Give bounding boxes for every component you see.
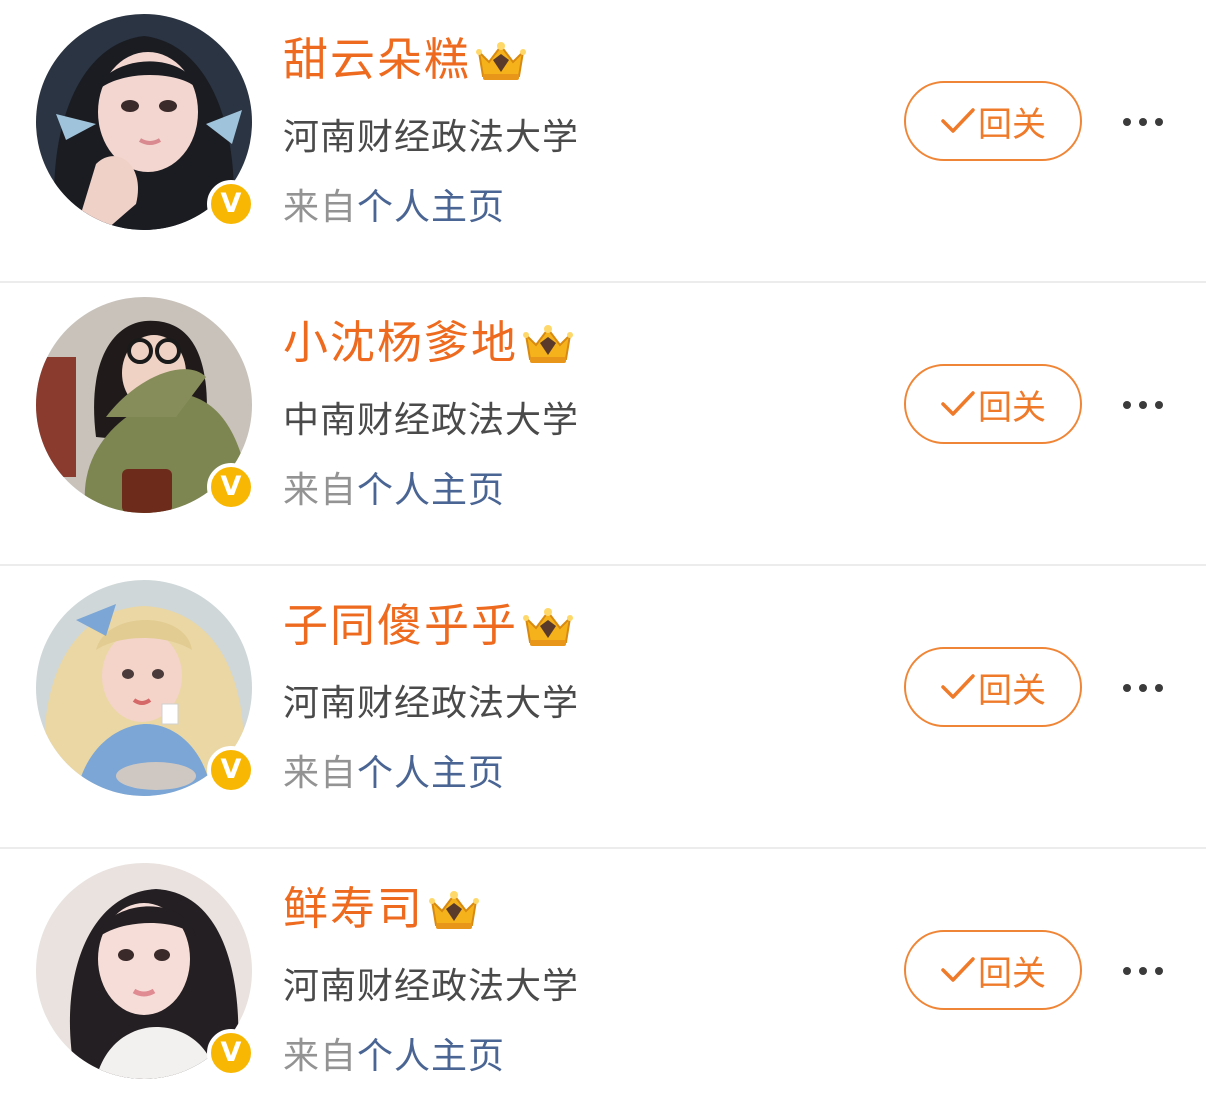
crown-icon	[476, 42, 527, 80]
crown-icon	[429, 891, 480, 929]
follow-back-button[interactable]: 回关	[904, 364, 1082, 444]
source-link[interactable]: 个人主页	[357, 1036, 505, 1077]
more-icon[interactable]	[1118, 105, 1168, 139]
v-badge-icon: V	[207, 1029, 255, 1077]
crown-icon	[523, 325, 574, 363]
source-prefix: 来自	[283, 753, 358, 794]
follow-back-label: 回关	[978, 387, 1046, 428]
user-name[interactable]: 小沈杨爹地	[283, 315, 518, 371]
v-badge-icon: V	[207, 463, 255, 511]
more-icon[interactable]	[1118, 671, 1168, 705]
avatar[interactable]: V	[36, 297, 255, 513]
school-name: 河南财经政法大学	[283, 966, 580, 1007]
name-line: 甜云朵糕	[283, 30, 529, 90]
name-line: 子同傻乎乎	[283, 596, 576, 656]
check-icon	[941, 957, 975, 982]
follow-back-button[interactable]: 回关	[904, 930, 1082, 1010]
more-icon[interactable]	[1118, 388, 1168, 422]
crown-icon	[523, 608, 574, 646]
follower-row[interactable]: V 甜云朵糕 河南财经政法大学 来自个人主页 回关	[0, 0, 1206, 283]
follower-list: V 甜云朵糕 河南财经政法大学 来自个人主页 回关 V 小沈杨爹地 中南财经政法…	[0, 0, 1206, 1110]
avatar[interactable]: V	[36, 14, 255, 230]
source-prefix: 来自	[283, 1036, 358, 1077]
avatar[interactable]: V	[36, 863, 255, 1079]
user-name[interactable]: 子同傻乎乎	[283, 598, 518, 654]
name-line: 鲜寿司	[283, 879, 482, 939]
source-link[interactable]: 个人主页	[357, 753, 505, 794]
source-line: 来自个人主页	[283, 744, 505, 796]
v-badge-icon: V	[207, 180, 255, 228]
check-icon	[941, 391, 975, 416]
follower-row[interactable]: V 子同傻乎乎 河南财经政法大学 来自个人主页 回关	[0, 566, 1206, 849]
source-line: 来自个人主页	[283, 1027, 505, 1079]
follower-row[interactable]: V 鲜寿司 河南财经政法大学 来自个人主页 回关	[0, 849, 1206, 1110]
follow-back-button[interactable]: 回关	[904, 81, 1082, 161]
user-name[interactable]: 鲜寿司	[283, 881, 424, 937]
more-icon[interactable]	[1118, 954, 1168, 988]
source-link[interactable]: 个人主页	[357, 187, 505, 228]
school-name: 河南财经政法大学	[283, 117, 580, 158]
school-name: 河南财经政法大学	[283, 683, 580, 724]
user-name[interactable]: 甜云朵糕	[283, 32, 471, 88]
follower-row[interactable]: V 小沈杨爹地 中南财经政法大学 来自个人主页 回关	[0, 283, 1206, 566]
follow-back-label: 回关	[978, 104, 1046, 145]
source-link[interactable]: 个人主页	[357, 470, 505, 511]
follow-back-label: 回关	[978, 953, 1046, 994]
source-prefix: 来自	[283, 187, 358, 228]
source-line: 来自个人主页	[283, 178, 505, 230]
source-line: 来自个人主页	[283, 461, 505, 513]
check-icon	[941, 108, 975, 133]
v-badge-icon: V	[207, 746, 255, 794]
source-prefix: 来自	[283, 470, 358, 511]
follow-back-button[interactable]: 回关	[904, 647, 1082, 727]
school-name: 中南财经政法大学	[283, 400, 580, 441]
name-line: 小沈杨爹地	[283, 313, 576, 373]
avatar[interactable]: V	[36, 580, 255, 796]
follow-back-label: 回关	[978, 670, 1046, 711]
check-icon	[941, 674, 975, 699]
